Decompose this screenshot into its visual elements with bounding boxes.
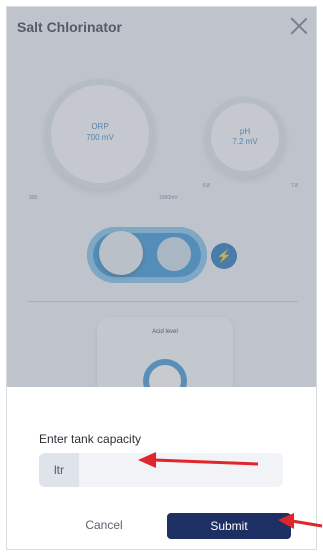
unit-label: ltr [39,453,79,487]
cancel-button[interactable]: Cancel [69,514,139,536]
screenshot-frame: Salt Chlorinator ORP 700 mV 300 1000mV p… [0,0,323,556]
red-arrow-submit [278,513,323,529]
modal-overlay[interactable] [7,7,316,387]
red-arrow-input [138,452,259,468]
tank-capacity-label: Enter tank capacity [39,432,142,446]
background-app: Salt Chlorinator ORP 700 mV 300 1000mV p… [7,7,316,403]
submit-button[interactable]: Submit [167,513,291,539]
